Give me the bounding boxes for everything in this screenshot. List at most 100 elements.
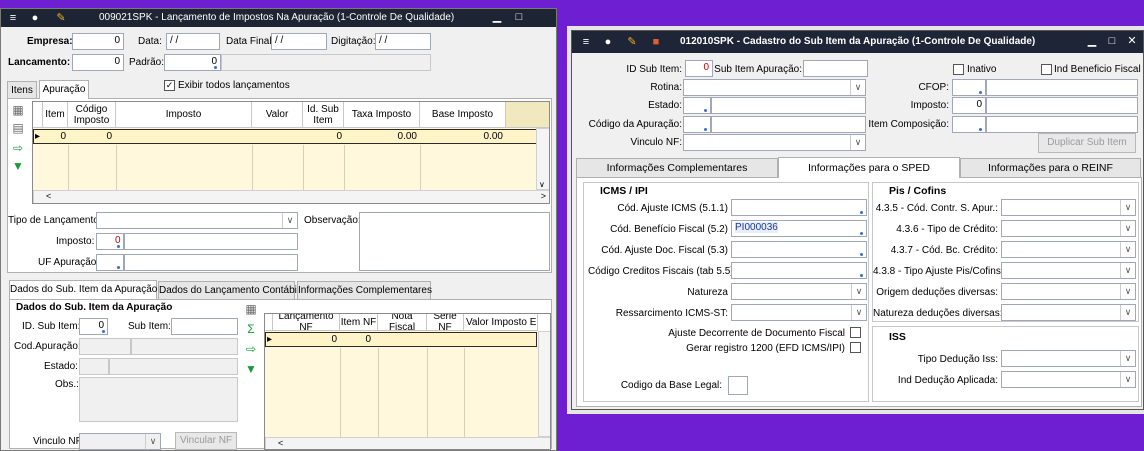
scroll-left-icon[interactable]: < bbox=[46, 191, 51, 201]
cfop-desc-input[interactable] bbox=[986, 79, 1138, 96]
vincular-nf-button[interactable]: Vincular NF bbox=[175, 432, 237, 450]
maximize-button[interactable]: □ bbox=[1104, 34, 1120, 49]
wrench-icon[interactable]: ✎ bbox=[53, 10, 69, 26]
cod-contr-select[interactable]: ∨ bbox=[1001, 199, 1136, 216]
ajuste-decorrente-checkbox[interactable] bbox=[850, 327, 861, 338]
chevron-down-icon[interactable]: ∨ bbox=[1120, 284, 1135, 299]
chevron-down-icon[interactable]: ∨ bbox=[1120, 305, 1135, 320]
chevron-down-icon[interactable]: ∨ bbox=[1120, 372, 1135, 387]
cod-creditos-input[interactable] bbox=[731, 262, 867, 279]
cod-apuracao-desc-input[interactable] bbox=[711, 116, 866, 133]
tab-informacoes-complementares[interactable]: Informações Complementares bbox=[576, 158, 778, 177]
imposto-input[interactable]: 0 bbox=[96, 233, 124, 250]
cod-ajuste-doc-input[interactable] bbox=[731, 241, 867, 258]
nf-col-header-lancamento[interactable]: Lançamento NF bbox=[273, 314, 340, 333]
exibir-checkbox[interactable]: ✓ bbox=[164, 80, 175, 91]
imposto-right-desc-input[interactable] bbox=[986, 97, 1138, 114]
chevron-down-icon[interactable]: ∨ bbox=[282, 213, 297, 228]
observacao-textarea[interactable] bbox=[359, 212, 550, 271]
tab-dados-sub-item[interactable]: Dados do Sub. Item da Apuração bbox=[9, 280, 157, 299]
col-header-codigo-imposto[interactable]: Código Imposto bbox=[68, 102, 116, 128]
nf-col-header-serie[interactable]: Serie NF bbox=[427, 314, 464, 333]
scroll-down-icon[interactable]: ∨ bbox=[539, 180, 545, 189]
nf-col-header-item[interactable]: Item NF bbox=[340, 314, 378, 331]
grid-settings-icon[interactable]: ▤ bbox=[11, 121, 25, 135]
tipo-deducao-iss-select[interactable]: ∨ bbox=[1001, 350, 1136, 367]
nf-grid-vscroll[interactable] bbox=[538, 331, 550, 437]
chevron-down-icon[interactable]: ∨ bbox=[850, 80, 865, 95]
tab-dados-lancamento-contabil[interactable]: Dados do Lançamento Contábil bbox=[158, 281, 299, 299]
sub-item-apuracao-input[interactable] bbox=[803, 60, 868, 77]
chevron-down-icon[interactable]: ∨ bbox=[851, 305, 866, 320]
maximize-button[interactable]: □ bbox=[511, 10, 527, 25]
duplicar-sub-item-button[interactable]: Duplicar Sub Item bbox=[1038, 133, 1136, 153]
vinculo-nf-select[interactable]: ∨ bbox=[683, 134, 866, 151]
sum-icon[interactable]: Σ bbox=[244, 322, 258, 336]
menu-icon[interactable]: ≡ bbox=[5, 10, 21, 26]
col-header-taxa-imposto[interactable]: Taxa Imposto bbox=[344, 102, 420, 128]
id-sub-item-input[interactable]: 0 bbox=[685, 60, 713, 77]
rotina-select[interactable]: ∨ bbox=[683, 79, 866, 96]
cod-apuracao-input[interactable] bbox=[683, 116, 711, 133]
export-icon[interactable]: ⇨ bbox=[244, 342, 258, 356]
nf-col-header-valor[interactable]: Valor Imposto Em bbox=[464, 314, 538, 331]
col-header-valor[interactable]: Valor bbox=[252, 102, 303, 128]
tab-informacoes-reinf[interactable]: Informações para o REINF bbox=[960, 158, 1141, 177]
tab-apuracao[interactable]: Apuração bbox=[39, 80, 89, 99]
tipo-ajuste-pis-select[interactable]: ∨ bbox=[1001, 262, 1136, 279]
traffic-light-icon[interactable]: ● bbox=[600, 34, 616, 50]
grid-icon[interactable]: ▦ bbox=[11, 103, 25, 117]
data-final-input[interactable]: / / bbox=[271, 33, 327, 50]
base-legal-input[interactable] bbox=[728, 376, 748, 395]
col-header-id-sub-item[interactable]: Id. Sub Item bbox=[303, 102, 344, 128]
chevron-down-icon[interactable]: ∨ bbox=[1120, 242, 1135, 257]
col-header-base-imposto[interactable]: Base Imposto bbox=[420, 102, 506, 128]
nf-col-header-nota[interactable]: Nota Fiscal bbox=[378, 314, 427, 333]
nf-grid-hscroll[interactable]: < bbox=[265, 437, 550, 449]
nf-table-row[interactable]: ▸ 0 0 bbox=[265, 332, 537, 347]
cod-ajuste-icms-input[interactable] bbox=[731, 199, 867, 216]
imposto-desc-input[interactable] bbox=[124, 233, 298, 250]
export-icon[interactable]: ⇨ bbox=[11, 141, 25, 155]
ind-beneficio-checkbox[interactable] bbox=[1041, 64, 1052, 75]
minimize-button[interactable]: ▁ bbox=[489, 10, 505, 25]
expand-down-icon[interactable]: ▼ bbox=[244, 362, 258, 376]
traffic-light-icon[interactable]: ● bbox=[27, 10, 43, 26]
item-composicao-desc-input[interactable] bbox=[986, 116, 1138, 133]
padrao-input[interactable]: 0 bbox=[164, 54, 221, 71]
grid-icon[interactable]: ▦ bbox=[244, 302, 258, 316]
estado-desc-input[interactable] bbox=[711, 97, 866, 114]
box-icon[interactable]: ■ bbox=[648, 34, 664, 50]
chevron-down-icon[interactable]: ∨ bbox=[1120, 200, 1135, 215]
sub-id-input[interactable]: 0 bbox=[79, 318, 108, 335]
sub-item-input[interactable] bbox=[171, 318, 238, 335]
empresa-input[interactable]: 0 bbox=[72, 33, 124, 50]
col-header-imposto[interactable]: Imposto bbox=[116, 102, 252, 128]
scroll-right-icon[interactable]: > bbox=[541, 191, 546, 201]
lancamento-input[interactable]: 0 bbox=[72, 54, 124, 71]
chevron-down-icon[interactable]: ∨ bbox=[850, 135, 865, 150]
chevron-down-icon[interactable]: ∨ bbox=[1120, 351, 1135, 366]
cfop-input[interactable] bbox=[952, 79, 986, 96]
expand-down-icon[interactable]: ▼ bbox=[11, 159, 25, 173]
uf-apuracao-input[interactable] bbox=[96, 254, 124, 271]
estado-input[interactable] bbox=[683, 97, 711, 114]
grid-hscroll[interactable]: < > bbox=[33, 190, 549, 203]
sub-vinculo-select[interactable]: ∨ bbox=[79, 433, 161, 450]
table-row[interactable]: ▸ 0 0 0 0.00 0.00 bbox=[33, 129, 538, 144]
close-button[interactable]: ✕ bbox=[1124, 34, 1140, 49]
chevron-down-icon[interactable]: ∨ bbox=[1120, 221, 1135, 236]
minimize-button[interactable]: ▁ bbox=[1084, 34, 1100, 49]
tipo-credito-select[interactable]: ∨ bbox=[1001, 220, 1136, 237]
scroll-left-icon[interactable]: < bbox=[278, 438, 283, 448]
natureza-select[interactable]: ∨ bbox=[731, 283, 867, 300]
cod-bc-credito-select[interactable]: ∨ bbox=[1001, 241, 1136, 258]
chevron-down-icon[interactable]: ∨ bbox=[145, 434, 160, 449]
tipo-lancamento-select[interactable]: ∨ bbox=[96, 212, 298, 229]
tab-itens[interactable]: Itens bbox=[7, 81, 37, 99]
tab-informacoes-sped[interactable]: Informações para o SPED bbox=[778, 157, 960, 178]
gerar-registro-checkbox[interactable] bbox=[850, 342, 861, 353]
uf-desc-input[interactable] bbox=[124, 254, 298, 271]
grid-vscroll[interactable]: ∨ bbox=[536, 128, 549, 190]
cod-beneficio-input[interactable]: PI000036 bbox=[731, 220, 867, 237]
